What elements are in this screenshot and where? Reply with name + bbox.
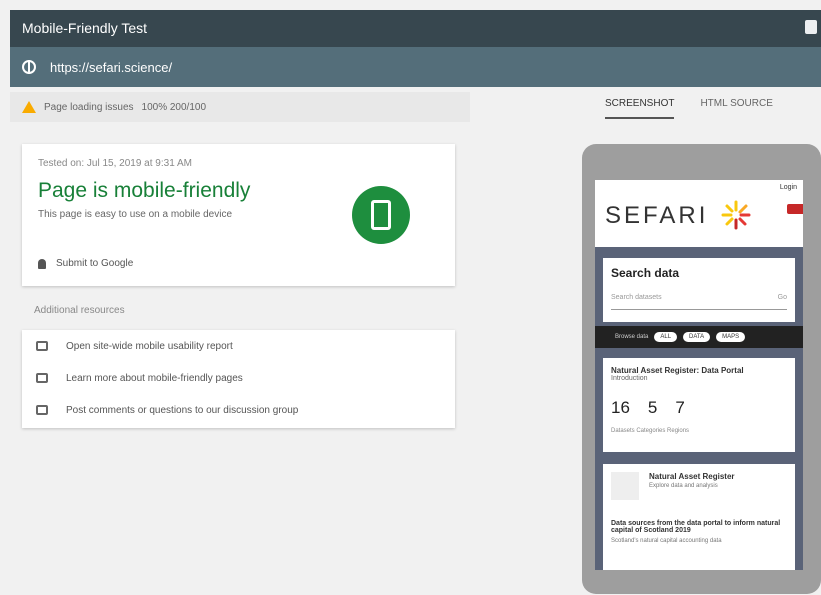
login-link: Login [779,184,797,191]
stat-value: 16 [611,398,630,417]
resource-link-label: Open site-wide mobile usability report [66,340,233,352]
submit-to-google-link[interactable]: Submit to Google [38,258,133,269]
stats-subtitle: Introduction [611,375,648,382]
register-card: Natural Asset Register Explore data and … [603,464,795,570]
additional-resources-label: Additional resources [34,305,125,316]
register-body: Data sources from the data portal to inf… [611,520,781,534]
menu-badge [787,204,803,214]
filter-pill: MAPS [716,332,746,342]
warning-icon [22,101,36,113]
warning-link[interactable]: 100% 200/100 [142,102,207,113]
filter-label: Browse data [615,334,649,340]
warning-text: Page loading issues [44,101,134,113]
resource-link-label: Learn more about mobile-friendly pages [66,372,243,384]
register-thumbnail [611,472,639,500]
app-title-bar: Mobile-Friendly Test [10,10,821,47]
register-header: Natural Asset Register Explore data and … [611,472,787,500]
search-data-title: Search data [611,266,680,280]
filter-pill: DATA [683,332,711,342]
phone-screenshot: Login SEFARI Search data Search datasets… [595,180,803,570]
tested-url[interactable]: https://sefari.science/ [50,60,172,75]
person-icon [38,258,46,269]
tab-html-source[interactable]: HTML SOURCE [700,98,772,119]
chat-icon [36,405,48,415]
additional-resources-card: Open site-wide mobile usability report L… [22,330,455,428]
search-data-input: Search datasets Go [611,294,787,310]
stat-value: 5 [647,398,658,417]
filter-pill: ALL [654,332,678,342]
sunburst-icon [721,200,751,230]
search-placeholder: Search datasets [611,294,662,301]
resource-link-learn[interactable]: Learn more about mobile-friendly pages [22,362,455,394]
view-tabs: SCREENSHOT HTML SOURCE [605,98,805,119]
globe-icon [22,60,36,74]
url-bar[interactable]: https://sefari.science/ [10,47,821,87]
submit-link-label: Submit to Google [56,258,134,269]
tested-time: Tested on: Jul 15, 2019 at 9:31 AM [38,158,192,169]
stats-numbers: 16 5 7 [611,398,787,418]
stat-value: 7 [675,398,685,417]
result-card: Tested on: Jul 15, 2019 at 9:31 AM Page … [22,144,455,286]
mobile-friendly-icon [352,186,410,244]
sefari-logo: SEFARI [605,202,709,229]
site-header: Login SEFARI [595,180,803,247]
search-data-card: Search data Search datasets Go [603,258,795,322]
stats-footer: Datasets Categories Regions [611,428,690,434]
register-title: Natural Asset Register [649,472,735,481]
tab-screenshot[interactable]: SCREENSHOT [605,98,675,119]
register-footer: Scotland's natural capital accounting da… [611,538,722,544]
search-go: Go [777,294,787,301]
feedback-icon[interactable] [805,20,817,34]
report-icon [36,341,48,351]
register-subtitle: Explore data and analysis [649,483,718,489]
phone-preview-frame: Login SEFARI Search data Search datasets… [582,144,821,594]
resource-link-usability[interactable]: Open site-wide mobile usability report [22,330,455,362]
resource-link-discussion[interactable]: Post comments or questions to our discus… [22,394,455,426]
page-loading-warning[interactable]: Page loading issues 100% 200/100 [10,92,470,122]
book-icon [36,373,48,383]
stats-card: Natural Asset Register: Data Portal Intr… [603,358,795,452]
app-title: Mobile-Friendly Test [22,20,148,36]
resource-link-label: Post comments or questions to our discus… [66,404,299,416]
filter-band: Browse data ALL DATA MAPS [595,326,803,348]
stats-title: Natural Asset Register: Data Portal [611,366,744,375]
